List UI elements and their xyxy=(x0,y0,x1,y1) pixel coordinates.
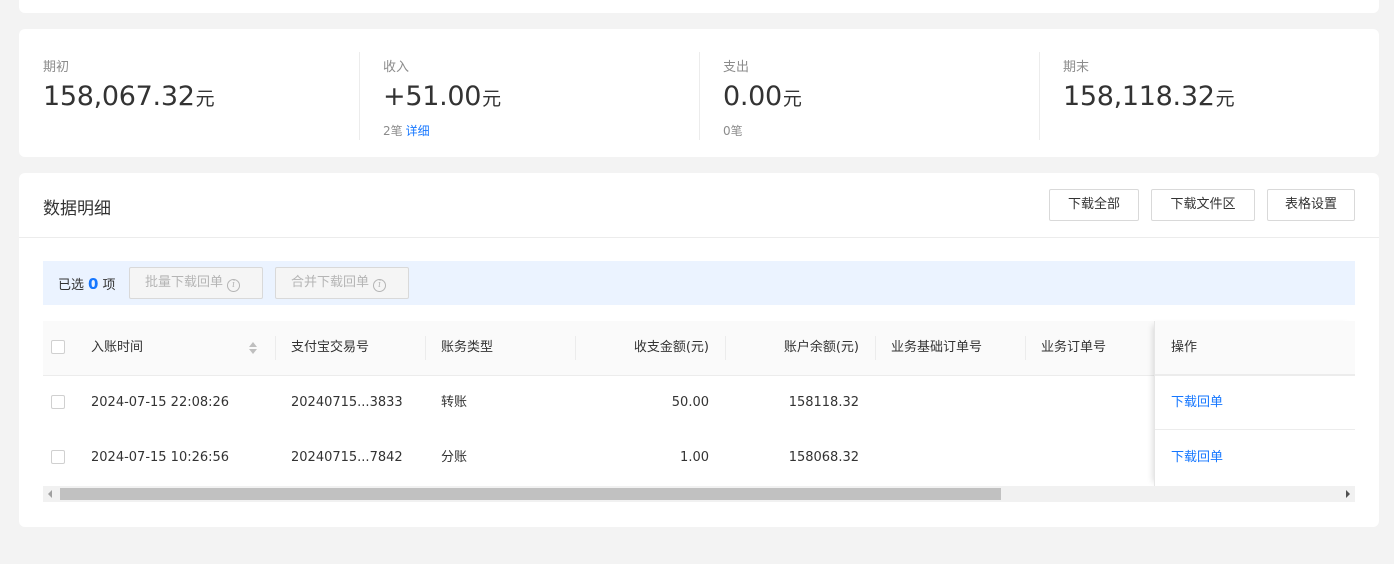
download-all-button[interactable]: 下载全部 xyxy=(1049,189,1139,221)
cell-amount: 1.00 xyxy=(680,450,709,465)
stat-income-label: 收入 xyxy=(383,60,410,75)
selection-count-text: 已选 0 项 xyxy=(58,275,116,293)
stat-income-value: +51.00元 xyxy=(383,81,501,112)
column-header-trade-no: 支付宝交易号 xyxy=(275,321,425,375)
cell-trade-no: 20240715...7842 xyxy=(291,450,403,465)
stat-opening-value: 158,067.32元 xyxy=(43,81,215,112)
cell-type: 分账 xyxy=(441,450,468,465)
batch-download-receipt-button[interactable]: 批量下载回单 i xyxy=(129,267,263,299)
cell-order xyxy=(1025,376,1155,430)
transaction-table: 入账时间 支付宝交易号 账务类型 收支金额(元) 账户余额(元) 业务基础订单号… xyxy=(43,321,1356,487)
stat-closing-label: 期末 xyxy=(1063,60,1090,75)
table-settings-button[interactable]: 表格设置 xyxy=(1267,189,1355,221)
scrollbar-thumb[interactable] xyxy=(60,488,1001,500)
cell-balance: 158118.32 xyxy=(788,395,859,410)
cell-amount: 50.00 xyxy=(671,395,709,410)
unit-label: 元 xyxy=(782,88,802,110)
column-header-type: 账务类型 xyxy=(425,321,575,375)
download-receipt-link[interactable]: 下载回单 xyxy=(1155,431,1355,485)
data-detail-card: 数据明细 下载全部 下载文件区 表格设置 已选 0 项 批量下载回单 i 合并下载回单… xyxy=(19,173,1379,527)
info-icon: i xyxy=(227,279,241,292)
scroll-right-icon[interactable] xyxy=(1346,490,1350,498)
scroll-left-icon[interactable] xyxy=(48,490,52,498)
cell-trade-no: 20240715...3833 xyxy=(291,395,403,410)
stat-expense-count: 0笔 xyxy=(723,124,743,138)
unit-label: 元 xyxy=(482,88,501,110)
cell-type: 转账 xyxy=(441,395,468,410)
cell-order xyxy=(1025,431,1155,485)
cell-base-order xyxy=(875,431,1025,485)
row-checkbox[interactable] xyxy=(51,395,65,409)
select-all-checkbox[interactable] xyxy=(51,340,65,354)
stat-opening: 期初 158,067.32元 xyxy=(19,29,359,157)
section-title: 数据明细 xyxy=(43,199,111,219)
column-header-amount: 收支金额(元) xyxy=(575,321,725,375)
top-card-edge xyxy=(19,0,1379,13)
column-header-base-order: 业务基础订单号 xyxy=(875,321,1025,375)
selected-count: 0 xyxy=(88,275,99,293)
column-header-balance: 账户余额(元) xyxy=(725,321,875,375)
stat-opening-label: 期初 xyxy=(43,60,70,75)
stat-expense-label: 支出 xyxy=(723,60,750,75)
selection-bar: 已选 0 项 批量下载回单 i 合并下载回单 i xyxy=(43,261,1355,305)
divider xyxy=(359,52,360,140)
merge-download-receipt-button[interactable]: 合并下载回单 i xyxy=(275,267,409,299)
download-file-area-button[interactable]: 下载文件区 xyxy=(1151,189,1255,221)
divider xyxy=(1039,52,1040,140)
info-icon: i xyxy=(373,279,387,292)
stat-expense-value: 0.00元 xyxy=(723,81,802,112)
stat-income: 收入 +51.00元 2笔 详细 xyxy=(359,29,699,157)
stat-closing: 期末 158,118.32元 xyxy=(1039,29,1379,157)
stat-closing-value: 158,118.32元 xyxy=(1063,81,1235,112)
cell-base-order xyxy=(875,376,1025,430)
stat-income-count: 2笔 详细 xyxy=(383,124,430,138)
cell-time: 2024-07-15 22:08:26 xyxy=(91,395,230,410)
header-divider xyxy=(19,237,1379,238)
balance-summary-card: 期初 158,067.32元 收入 +51.00元 2笔 详细 支出 0.00元 … xyxy=(19,29,1379,157)
sort-icon[interactable] xyxy=(249,342,257,354)
download-receipt-link[interactable]: 下载回单 xyxy=(1155,376,1355,430)
stat-expense: 支出 0.00元 0笔 xyxy=(699,29,1039,157)
horizontal-scrollbar[interactable] xyxy=(43,486,1355,502)
fixed-operations-column: 操作 下载回单 下载回单 xyxy=(1154,321,1356,486)
column-header-order: 业务订单号 xyxy=(1025,321,1155,375)
row-checkbox[interactable] xyxy=(51,450,65,464)
unit-label: 元 xyxy=(195,88,215,110)
income-detail-link[interactable]: 详细 xyxy=(406,124,430,138)
column-header-ops: 操作 xyxy=(1155,321,1355,375)
unit-label: 元 xyxy=(1215,88,1235,110)
cell-time: 2024-07-15 10:26:56 xyxy=(91,450,230,465)
cell-balance: 158068.32 xyxy=(788,450,859,465)
column-header-time[interactable]: 入账时间 xyxy=(91,321,275,375)
divider xyxy=(699,52,700,140)
